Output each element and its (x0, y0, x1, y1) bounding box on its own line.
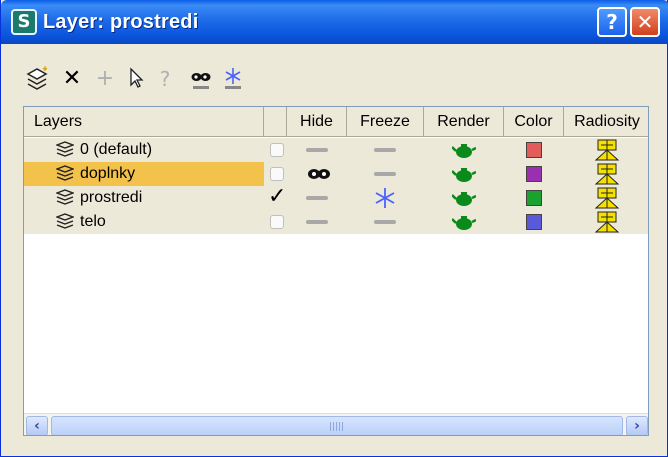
column-header-color[interactable]: Color (504, 107, 564, 137)
close-button[interactable]: ✕ (630, 7, 660, 37)
layer-icon (55, 213, 75, 234)
layer-icon (55, 165, 75, 186)
delete-icon[interactable]: ✕ (58, 66, 86, 94)
freeze-toggle[interactable] (374, 148, 396, 152)
radiosity-icon[interactable] (594, 162, 620, 186)
render-teapot-icon[interactable] (452, 212, 476, 232)
layer-dialog: S Layer: prostredi ? ✕ ✕ + ? Layers Hide… (0, 0, 668, 457)
layer-name: telo (80, 213, 106, 230)
highlight-icon[interactable]: ? (151, 66, 179, 94)
radiosity-icon[interactable] (594, 138, 620, 162)
current-layer-checkbox[interactable] (270, 143, 284, 157)
freeze-all-icon[interactable] (219, 66, 247, 94)
layer-name: 0 (default) (80, 141, 153, 158)
layer-name-cell[interactable]: prostredi (24, 186, 264, 210)
table-body: 0 (default) doplnky prostredi ✓ telo (24, 138, 648, 234)
layer-color-swatch[interactable] (526, 142, 542, 158)
table-header: Layers Hide Freeze Render Color Radiosit… (24, 107, 648, 137)
layer-icon (55, 189, 75, 210)
scroll-left-icon[interactable]: ‹ (26, 416, 48, 435)
layer-color-swatch[interactable] (526, 190, 542, 206)
toolbar: ✕ + ? (1, 52, 668, 102)
freeze-toggle[interactable] (374, 220, 396, 224)
column-header-layers[interactable]: Layers (24, 107, 264, 137)
column-header-current[interactable] (264, 107, 287, 137)
layer-icon (55, 141, 75, 162)
layer-name-cell[interactable]: telo (24, 210, 264, 234)
column-header-render[interactable]: Render (424, 107, 504, 137)
table-row[interactable]: prostredi ✓ (24, 184, 648, 210)
layer-color-swatch[interactable] (526, 214, 542, 230)
grip-icon (330, 422, 344, 431)
table-row[interactable]: telo (24, 210, 648, 234)
hide-toggle[interactable] (306, 148, 328, 152)
scroll-right-icon[interactable]: › (626, 416, 648, 435)
window-title: Layer: prostredi (43, 11, 199, 33)
render-teapot-icon[interactable] (452, 140, 476, 160)
select-objects-icon[interactable] (122, 66, 150, 94)
layer-name: prostredi (80, 189, 143, 206)
column-header-freeze[interactable]: Freeze (347, 107, 424, 137)
layers-table: Layers Hide Freeze Render Color Radiosit… (23, 106, 649, 436)
table-row[interactable]: doplnky (24, 162, 648, 186)
render-teapot-icon[interactable] (452, 164, 476, 184)
frozen-snowflake-icon[interactable] (373, 187, 397, 209)
hide-all-icon[interactable] (187, 66, 215, 94)
help-button[interactable]: ? (597, 7, 627, 37)
column-header-hide[interactable]: Hide (287, 107, 347, 137)
app-icon: S (11, 9, 37, 35)
render-teapot-icon[interactable] (452, 188, 476, 208)
freeze-toggle[interactable] (374, 172, 396, 176)
hide-toggle[interactable] (306, 220, 328, 224)
radiosity-icon[interactable] (594, 186, 620, 210)
radiosity-icon[interactable] (594, 210, 620, 234)
layer-color-swatch[interactable] (526, 166, 542, 182)
horizontal-scrollbar[interactable]: ‹ › (24, 413, 648, 435)
create-layer-icon[interactable] (23, 66, 51, 94)
layer-name-cell[interactable]: doplnky (24, 162, 264, 186)
add-to-layer-icon[interactable]: + (91, 66, 119, 94)
current-layer-checkbox[interactable] (270, 215, 284, 229)
current-layer-checkbox[interactable] (270, 167, 284, 181)
hide-toggle[interactable] (306, 196, 328, 200)
layer-name: doplnky (80, 165, 136, 182)
layer-name-cell[interactable]: 0 (default) (24, 138, 264, 162)
title-bar[interactable]: S Layer: prostredi ? ✕ (1, 0, 668, 44)
hidden-mask-icon[interactable] (307, 163, 331, 185)
scrollbar-thumb[interactable] (51, 416, 623, 435)
column-header-radiosity[interactable]: Radiosity (564, 107, 648, 137)
table-row[interactable]: 0 (default) (24, 138, 648, 162)
current-layer-check-icon[interactable]: ✓ (268, 184, 286, 210)
